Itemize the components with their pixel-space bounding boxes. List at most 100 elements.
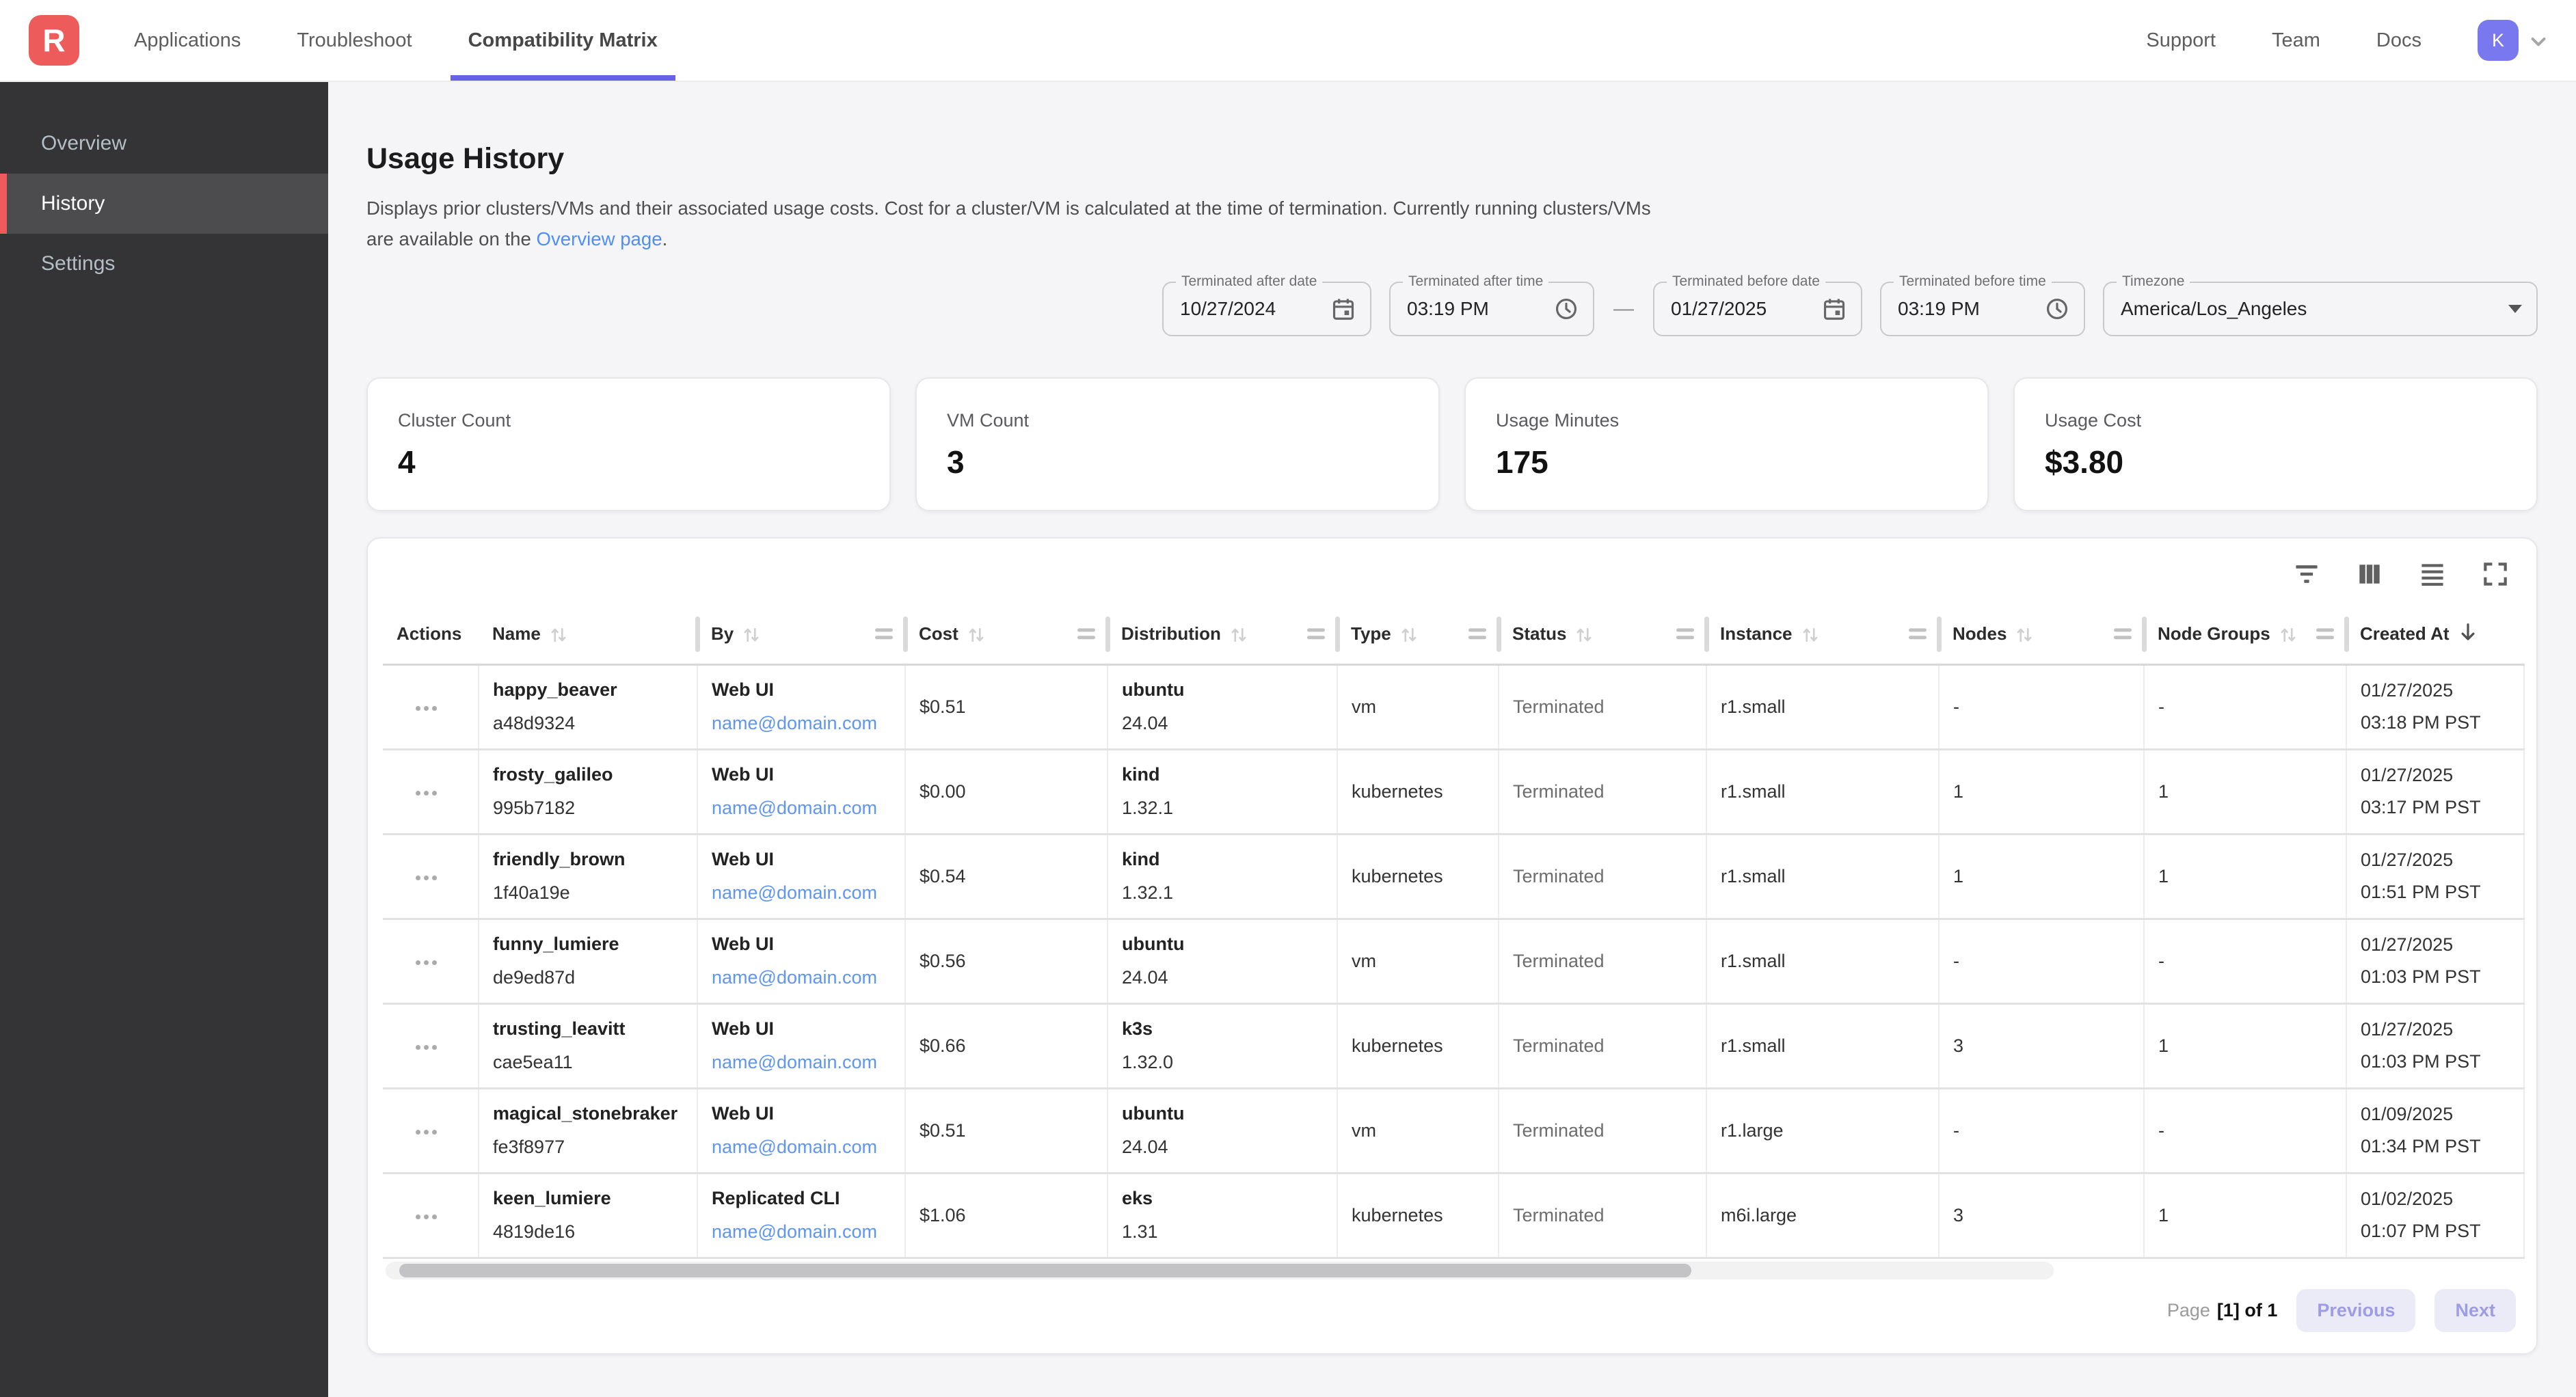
row-actions-button[interactable] [410, 1122, 442, 1143]
cell-cost: $0.56 [905, 919, 1108, 1003]
column-header-name[interactable]: Name [479, 604, 697, 664]
user-email-link[interactable]: name@domain.com [712, 798, 891, 819]
drag-handle-icon[interactable] [1077, 627, 1095, 642]
cluster-id: de9ed87d [493, 967, 683, 988]
row-actions-button[interactable] [410, 698, 442, 719]
description-period: . [662, 228, 668, 249]
user-email-link[interactable]: name@domain.com [712, 1221, 891, 1243]
column-header-by[interactable]: By [697, 604, 905, 664]
density-icon[interactable] [2417, 559, 2447, 589]
nav-link-docs[interactable]: Docs [2376, 29, 2421, 52]
filter-field-terminated-after-time[interactable]: Terminated after time03:19 PM [1389, 282, 1594, 336]
cell-name: keen_lumiere4819de16 [479, 1173, 697, 1258]
created-time: 03:17 PM PST [2361, 797, 2510, 818]
column-header-label: Cost [919, 623, 958, 645]
created-date: 01/27/2025 [2361, 765, 2510, 786]
column-header-actions: Actions [383, 604, 479, 664]
distribution-version: 1.31 [1122, 1221, 1323, 1243]
status-badge: Terminated [1513, 1035, 1605, 1056]
filter-field-terminated-before-time[interactable]: Terminated before time03:19 PM [1880, 282, 2085, 336]
cell-cost: $0.51 [905, 664, 1108, 749]
row-actions-button[interactable] [410, 867, 442, 889]
drag-handle-icon[interactable] [1307, 627, 1325, 642]
drag-handle-icon[interactable] [2114, 627, 2132, 642]
column-header-distribution[interactable]: Distribution [1108, 604, 1337, 664]
filter-field-terminated-after-date[interactable]: Terminated after date10/27/2024 [1162, 282, 1371, 336]
filter-field-value: 03:19 PM [1898, 298, 2033, 320]
cell-created-at: 01/02/202501:07 PM PST [2346, 1173, 2524, 1258]
node-groups-value: 1 [2158, 781, 2169, 802]
columns-icon[interactable] [2354, 559, 2385, 589]
filter-field-label: Terminated after time [1403, 273, 1548, 290]
created-time: 01:51 PM PST [2361, 882, 2510, 903]
account-menu-button[interactable]: K [2478, 20, 2549, 61]
column-header-cost[interactable]: Cost [905, 604, 1108, 664]
sort-icon [967, 624, 986, 645]
tab-applications[interactable]: Applications [116, 0, 258, 81]
tab-label: Troubleshoot [297, 29, 412, 52]
column-header-created-at[interactable]: Created At [2346, 604, 2524, 664]
node-groups-value: 1 [2158, 866, 2169, 886]
column-header-label: Nodes [1953, 623, 2007, 645]
cell-node-groups: - [2144, 1088, 2346, 1173]
filter-field-terminated-before-date[interactable]: Terminated before date01/27/2025 [1653, 282, 1862, 336]
type-value: kubernetes [1352, 1205, 1443, 1225]
user-email-link[interactable]: name@domain.com [712, 967, 891, 988]
tab-troubleshoot[interactable]: Troubleshoot [279, 0, 429, 81]
row-actions-button[interactable] [410, 783, 442, 804]
previous-page-button[interactable]: Previous [2296, 1289, 2415, 1332]
cluster-name: friendly_brown [493, 849, 683, 870]
created-date: 01/27/2025 [2361, 934, 2510, 955]
usage-table-card: ActionsNameBy Cost DistributionTypeStatusI… [366, 537, 2538, 1355]
sidebar-item-label: Overview [41, 132, 126, 155]
cell-type: vm [1337, 664, 1499, 749]
cluster-id: cae5ea11 [493, 1052, 683, 1073]
clock-icon[interactable] [2044, 296, 2070, 322]
calendar-icon[interactable] [1330, 296, 1356, 322]
page-description: Displays prior clusters/VMs and their as… [366, 193, 1663, 254]
column-header-status[interactable]: Status [1499, 604, 1706, 664]
drag-handle-icon[interactable] [1468, 627, 1486, 642]
user-email-link[interactable]: name@domain.com [712, 1137, 891, 1158]
horizontal-scrollbar-thumb[interactable] [399, 1264, 1691, 1277]
filter-field-value: 03:19 PM [1407, 298, 1542, 320]
drag-handle-icon[interactable] [875, 627, 893, 642]
timezone-select[interactable]: Timezone America/Los_Angeles [2103, 282, 2538, 336]
column-header-instance[interactable]: Instance [1706, 604, 1939, 664]
row-actions-button[interactable] [410, 952, 442, 973]
row-actions-button[interactable] [410, 1037, 442, 1058]
row-actions-button[interactable] [410, 1206, 442, 1228]
user-email-link[interactable]: name@domain.com [712, 713, 891, 734]
calendar-icon[interactable] [1821, 296, 1847, 322]
distribution-version: 1.32.0 [1122, 1052, 1323, 1073]
user-email-link[interactable]: name@domain.com [712, 1052, 891, 1073]
next-page-button[interactable]: Next [2434, 1289, 2516, 1332]
fullscreen-icon[interactable] [2480, 559, 2510, 589]
cell-type: kubernetes [1337, 749, 1499, 834]
table-toolbar [383, 544, 2521, 604]
drag-handle-icon[interactable] [2316, 627, 2334, 642]
sidebar-item-settings[interactable]: Settings [0, 234, 328, 294]
column-header-type[interactable]: Type [1337, 604, 1499, 664]
tab-compatibility-matrix[interactable]: Compatibility Matrix [451, 0, 675, 81]
distribution-version: 24.04 [1122, 713, 1323, 734]
drag-handle-icon[interactable] [1909, 627, 1927, 642]
user-email-link[interactable]: name@domain.com [712, 882, 891, 904]
sidebar-item-history[interactable]: History [0, 174, 328, 234]
column-header-node-groups[interactable]: Node Groups [2144, 604, 2346, 664]
caret-down-icon [2508, 304, 2523, 314]
replicated-logo-icon[interactable]: R [29, 15, 79, 66]
filter-field-value: 10/27/2024 [1180, 298, 1319, 320]
nav-link-support[interactable]: Support [2146, 29, 2216, 52]
overview-page-link[interactable]: Overview page [537, 228, 662, 249]
filter-icon[interactable] [2292, 559, 2322, 589]
sidebar-item-overview[interactable]: Overview [0, 113, 328, 174]
nodes-value: - [1953, 696, 1959, 717]
clock-icon[interactable] [1553, 296, 1579, 322]
drag-handle-icon[interactable] [1676, 627, 1694, 642]
cell-actions [383, 834, 479, 919]
cluster-name: trusting_leavitt [493, 1018, 683, 1040]
nav-link-team[interactable]: Team [2272, 29, 2320, 52]
cell-cost: $0.00 [905, 749, 1108, 834]
column-header-nodes[interactable]: Nodes [1939, 604, 2144, 664]
